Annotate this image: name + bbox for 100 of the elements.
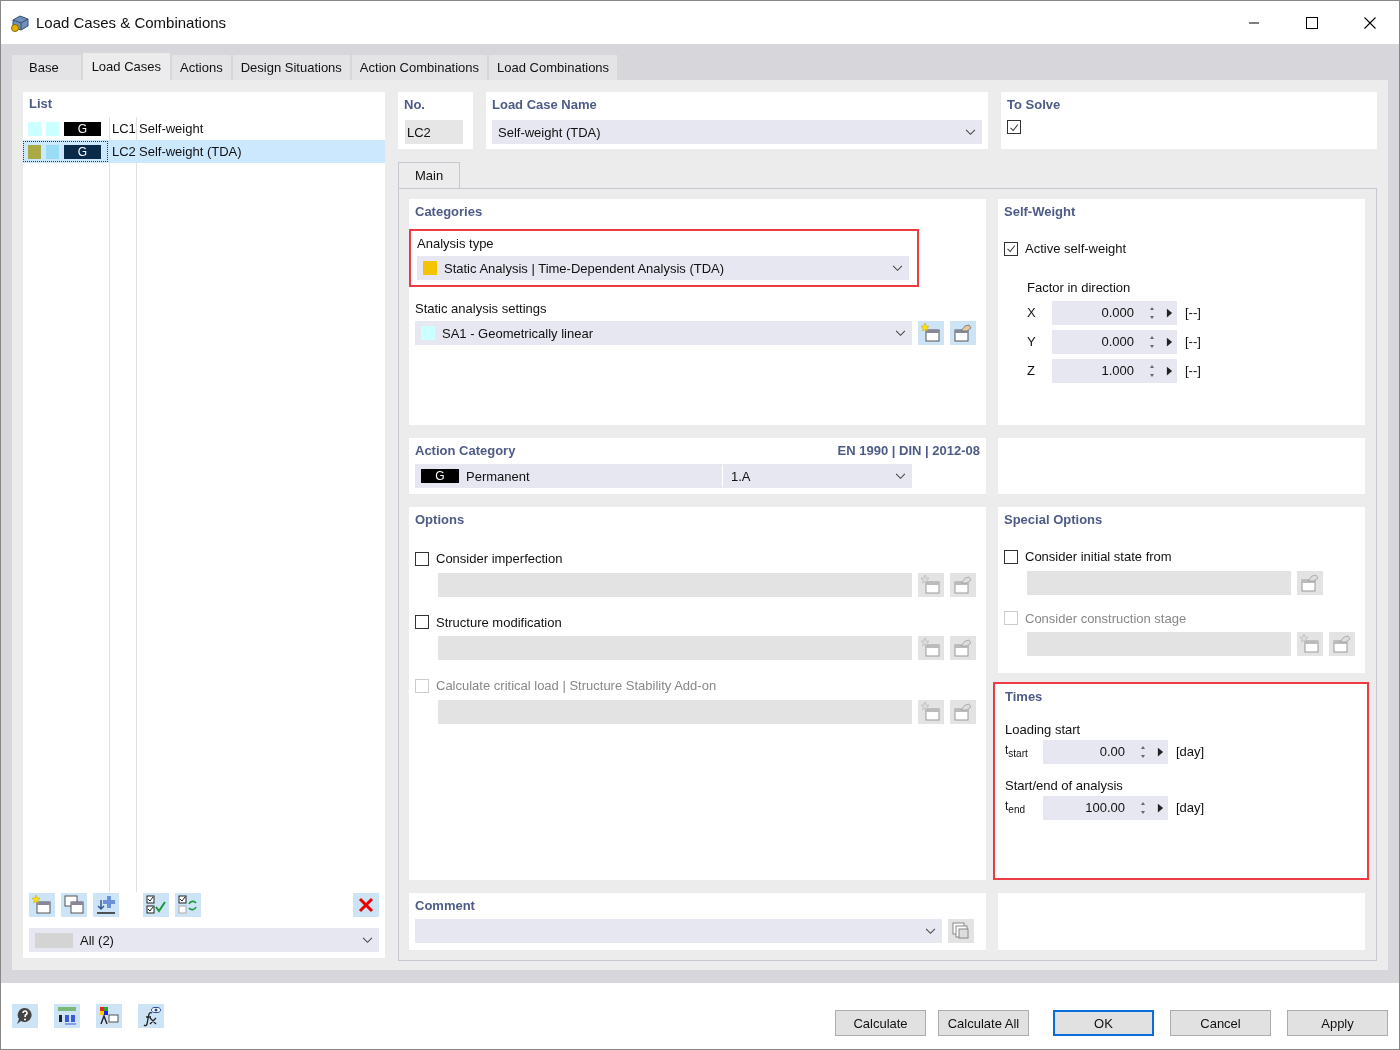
tab[interactable]: Action Combinations bbox=[351, 55, 488, 80]
load-case-number: LC2 bbox=[111, 144, 136, 159]
play-icon[interactable] bbox=[1162, 300, 1177, 325]
panel-title: Comment bbox=[414, 898, 476, 913]
list-item[interactable]: G LC2 Self-weight (TDA) bbox=[23, 140, 385, 163]
panel-title: List bbox=[28, 96, 54, 111]
check-all-button[interactable] bbox=[143, 893, 169, 917]
unit-label: [--] bbox=[1185, 305, 1201, 320]
checkbox-label: Active self-weight bbox=[1025, 241, 1127, 256]
field-label: Static analysis settings bbox=[415, 301, 548, 316]
checkbox-label: Consider initial state from bbox=[1025, 549, 1172, 564]
number-field[interactable]: 100.00 bbox=[1043, 795, 1133, 820]
symbol-label: t$_{end}$ bbox=[1005, 799, 1027, 816]
units-button[interactable] bbox=[54, 1004, 80, 1028]
tab[interactable]: Actions bbox=[172, 55, 231, 80]
filter-dropdown[interactable]: All (2) bbox=[29, 928, 379, 952]
new-button[interactable] bbox=[29, 893, 55, 917]
tab[interactable]: Base bbox=[12, 55, 81, 80]
caret-icon bbox=[895, 329, 906, 337]
checkbox[interactable] bbox=[1007, 120, 1021, 134]
panel-title: No. bbox=[403, 97, 426, 112]
dialog-button[interactable]: Calculate bbox=[835, 1010, 926, 1036]
caret-icon bbox=[965, 128, 976, 136]
axis-label: Y bbox=[1027, 334, 1037, 349]
help-button[interactable] bbox=[12, 1004, 38, 1028]
play-icon[interactable] bbox=[1162, 329, 1177, 354]
play-icon[interactable] bbox=[1153, 739, 1168, 764]
dialog-button[interactable]: Calculate All bbox=[938, 1010, 1029, 1036]
number-field: LC2 bbox=[405, 120, 463, 144]
copy-button[interactable] bbox=[61, 893, 87, 917]
edit-button[interactable] bbox=[1297, 570, 1323, 595]
tab[interactable]: Main bbox=[398, 162, 461, 188]
toggle-selection-button[interactable] bbox=[175, 893, 201, 917]
axis-label: Z bbox=[1027, 363, 1036, 378]
checkbox[interactable] bbox=[1004, 549, 1018, 564]
field-label: Loading start bbox=[1005, 722, 1082, 737]
window-title: Load Cases & Combinations bbox=[36, 14, 227, 31]
dialog-button[interactable]: Cancel bbox=[1170, 1010, 1271, 1036]
analysis-type-dropdown[interactable]: Static Analysis | Time-Dependent Analysis (TDA) bbox=[417, 256, 909, 280]
checkbox[interactable] bbox=[415, 551, 429, 566]
edit-button[interactable] bbox=[1329, 632, 1355, 656]
comment-library-button[interactable] bbox=[948, 919, 974, 943]
unit-label: [day] bbox=[1176, 800, 1205, 815]
caret-icon bbox=[362, 936, 373, 944]
edit-button[interactable] bbox=[950, 699, 976, 724]
panel-title: Action Category bbox=[414, 443, 516, 458]
delete-button[interactable] bbox=[353, 893, 379, 917]
panel-title: Special Options bbox=[1003, 512, 1104, 527]
close-icon[interactable] bbox=[1364, 16, 1376, 29]
new-button[interactable] bbox=[918, 321, 944, 345]
checkbox-label: Calculate critical load | Structure Stability Add-on bbox=[436, 678, 717, 693]
standard-label: EN 1990 | DIN | 2012-08 bbox=[836, 443, 980, 458]
checkbox[interactable] bbox=[1004, 241, 1018, 256]
checkbox-label: Consider imperfection bbox=[436, 551, 563, 566]
load-case-name: Self-weight (TDA) bbox=[138, 144, 242, 159]
field-label: Start/end of analysis bbox=[1005, 778, 1124, 793]
dialog-button[interactable]: OK bbox=[1053, 1010, 1154, 1036]
edit-button[interactable] bbox=[950, 321, 976, 345]
category-badge: G bbox=[63, 144, 101, 159]
number-field[interactable]: 0.000 bbox=[1052, 300, 1142, 325]
symbol-label: t$_{start}$ bbox=[1005, 743, 1029, 760]
panel-title: Options bbox=[414, 512, 466, 527]
name-dropdown[interactable]: Self-weight (TDA) bbox=[492, 120, 982, 144]
number-field[interactable]: 1.000 bbox=[1052, 358, 1142, 383]
checkbox[interactable] bbox=[415, 615, 429, 629]
number-field[interactable]: 0.00 bbox=[1043, 739, 1133, 764]
load-case-name: Self-weight bbox=[138, 121, 204, 136]
caret-icon bbox=[892, 264, 903, 272]
tab[interactable]: Load Combinations bbox=[489, 55, 618, 80]
panel-title: Self-Weight bbox=[1003, 204, 1077, 219]
import-button[interactable] bbox=[93, 893, 119, 917]
formula-button[interactable] bbox=[138, 1004, 164, 1028]
dialog-button[interactable]: Apply bbox=[1287, 1010, 1388, 1036]
caret-icon bbox=[895, 472, 906, 480]
unit-label: [--] bbox=[1185, 363, 1201, 378]
edit-button[interactable] bbox=[950, 636, 976, 660]
tab[interactable]: Design Situations bbox=[232, 55, 350, 80]
number-field[interactable]: 0.000 bbox=[1052, 329, 1142, 354]
panel-title: Categories bbox=[414, 204, 484, 219]
caret-icon bbox=[925, 927, 936, 935]
category-badge: G bbox=[421, 469, 459, 483]
colors-button[interactable] bbox=[96, 1004, 122, 1028]
panel-title: Times bbox=[1004, 689, 1044, 704]
edit-button[interactable] bbox=[950, 572, 976, 597]
checkbox-label: Structure modification bbox=[436, 614, 562, 630]
play-icon[interactable] bbox=[1162, 358, 1177, 383]
static-settings-dropdown[interactable]: SA1 - Geometrically linear bbox=[415, 321, 912, 345]
action-category-dropdown[interactable]: G Permanent 1.A bbox=[415, 464, 912, 488]
app-icon bbox=[10, 12, 30, 33]
list-item[interactable]: G LC1 Self-weight bbox=[23, 117, 385, 140]
play-icon[interactable] bbox=[1153, 795, 1168, 820]
tab[interactable]: Load Cases bbox=[82, 53, 171, 80]
unit-label: [day] bbox=[1176, 744, 1205, 759]
field-label: Factor in direction bbox=[1027, 280, 1132, 295]
category-badge: G bbox=[63, 121, 101, 136]
panel-title: Load Case Name bbox=[491, 97, 598, 112]
axis-label: X bbox=[1027, 305, 1037, 320]
load-case-number: LC1 bbox=[111, 121, 136, 136]
maximize-icon[interactable] bbox=[1306, 16, 1318, 29]
unit-label: [--] bbox=[1185, 334, 1201, 349]
